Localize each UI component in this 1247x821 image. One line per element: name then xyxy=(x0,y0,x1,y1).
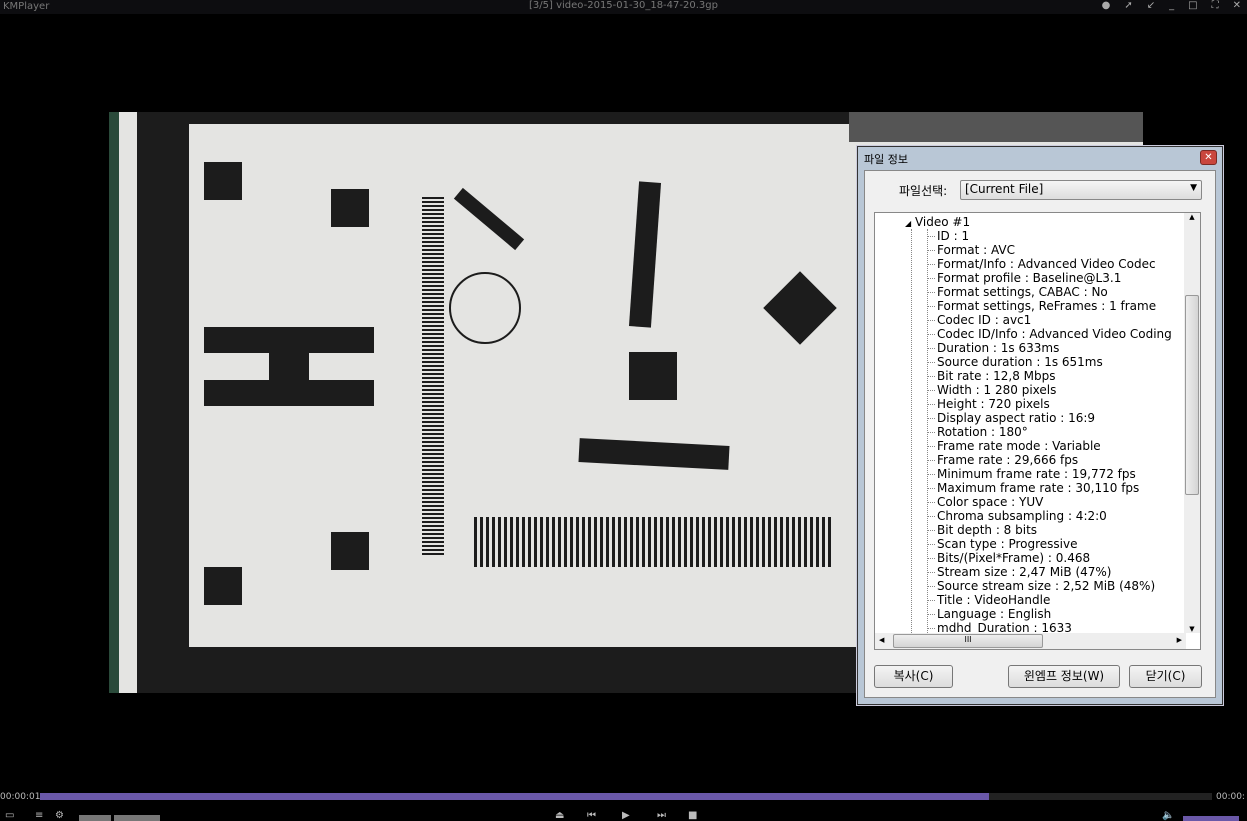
tree-item[interactable]: Frame rate : 29,666 fps xyxy=(927,453,1172,467)
tree-item[interactable]: Chroma subsampling : 4:2:0 xyxy=(927,509,1172,523)
tree-item[interactable]: Format settings, CABAC : No xyxy=(927,285,1172,299)
tree-item[interactable]: Minimum frame rate : 19,772 fps xyxy=(927,467,1172,481)
seek-bar[interactable] xyxy=(40,793,1212,800)
tree-item[interactable]: Format profile : Baseline@L3.1 xyxy=(927,271,1172,285)
tree-item[interactable]: Codec ID/Info : Advanced Video Coding xyxy=(927,327,1172,341)
tree-root[interactable]: ◢ Video #1 xyxy=(905,215,970,229)
settings-icon[interactable]: ⚙ xyxy=(55,810,64,821)
menu-icon[interactable]: ≡ xyxy=(35,810,43,821)
close-button[interactable]: ✕ xyxy=(1233,0,1241,11)
tree-item[interactable]: Color space : YUV xyxy=(927,495,1172,509)
tree-item[interactable]: Bit rate : 12,8 Mbps xyxy=(927,369,1172,383)
horizontal-scrollbar[interactable]: ◀ III ▶ xyxy=(875,633,1186,649)
play-icon[interactable]: ▶ xyxy=(622,810,630,821)
tree-item[interactable]: ID : 1 xyxy=(927,229,1172,243)
vertical-scrollbar[interactable]: ▲ ▼ xyxy=(1184,213,1200,633)
toggle-icon[interactable]: ● xyxy=(1102,0,1111,11)
file-select-label: 파일선택: xyxy=(899,184,948,198)
volume-slider[interactable] xyxy=(1183,816,1239,821)
tree-item[interactable]: Scan type : Progressive xyxy=(927,537,1172,551)
tree-item[interactable]: Width : 1 280 pixels xyxy=(927,383,1172,397)
chevron-down-icon: ▼ xyxy=(1190,183,1197,193)
tree-item[interactable]: Source stream size : 2,52 MiB (48%) xyxy=(927,579,1172,593)
window-title: [3/5] video-2015-01-30_18-47-20.3gp xyxy=(529,0,718,11)
tree-item[interactable]: Format settings, ReFrames : 1 frame xyxy=(927,299,1172,313)
audio-mode-button[interactable] xyxy=(114,815,160,821)
tree-root-label: Video #1 xyxy=(914,215,971,229)
collapse-icon[interactable]: ◢ xyxy=(905,219,911,228)
next-icon[interactable]: ⏭ xyxy=(657,810,666,821)
video-mode-button[interactable] xyxy=(79,815,111,821)
dialog-close-button[interactable]: ✕ xyxy=(1200,150,1217,165)
tree-item[interactable]: Frame rate mode : Variable xyxy=(927,439,1172,453)
file-info-dialog: 파일 정보 ✕ 파일선택: [Current File] ▼ ◢ Video #1… xyxy=(857,146,1223,705)
volume-icon[interactable]: 🔈 xyxy=(1162,810,1174,821)
copy-button[interactable]: 복사(C) xyxy=(874,665,953,688)
total-time: 00:00: xyxy=(1216,792,1245,802)
tree-item[interactable]: Duration : 1s 633ms xyxy=(927,341,1172,355)
tree-item[interactable]: Bits/(Pixel*Frame) : 0.468 xyxy=(927,551,1172,565)
current-time: 00:00:01 xyxy=(0,792,41,802)
stop-icon[interactable]: ■ xyxy=(688,810,697,821)
pin-icon[interactable]: ➚ xyxy=(1124,0,1132,11)
file-select-dropdown[interactable]: [Current File] ▼ xyxy=(960,180,1202,200)
minimize-mode-icon[interactable]: ↙ xyxy=(1147,0,1155,11)
3d-icon[interactable]: ▭ xyxy=(5,810,14,821)
tree-item[interactable]: Codec ID : avc1 xyxy=(927,313,1172,327)
tree-item[interactable]: Source duration : 1s 651ms xyxy=(927,355,1172,369)
tree-item[interactable]: Height : 720 pixels xyxy=(927,397,1172,411)
fullscreen-button[interactable]: ⛶ xyxy=(1212,0,1219,11)
close-dialog-button[interactable]: 닫기(C) xyxy=(1129,665,1202,688)
dialog-title: 파일 정보 xyxy=(864,153,908,166)
previous-icon[interactable]: ⏮ xyxy=(587,810,596,821)
tree-item[interactable]: Bit depth : 8 bits xyxy=(927,523,1172,537)
info-tree[interactable]: ◢ Video #1 ID : 1 Format : AVC Format/Info… xyxy=(874,212,1201,650)
file-select-value: [Current File] xyxy=(965,182,1044,196)
maximize-button[interactable]: □ xyxy=(1188,0,1197,11)
tree-item[interactable]: Format : AVC xyxy=(927,243,1172,257)
tree-item[interactable]: Format/Info : Advanced Video Codec xyxy=(927,257,1172,271)
tree-item[interactable]: Maximum frame rate : 30,110 fps xyxy=(927,481,1172,495)
tree-item[interactable]: Display aspect ratio : 16:9 xyxy=(927,411,1172,425)
tree-item[interactable]: Title : VideoHandle xyxy=(927,593,1172,607)
eject-icon[interactable]: ⏏ xyxy=(555,810,564,821)
title-bar: KMPlayer [3/5] video-2015-01-30_18-47-20… xyxy=(0,0,1247,14)
minimize-button[interactable]: _ xyxy=(1169,0,1174,11)
tree-item[interactable]: Stream size : 2,47 MiB (47%) xyxy=(927,565,1172,579)
winamp-info-button[interactable]: 윈엠프 정보(W) xyxy=(1008,665,1120,688)
tree-item[interactable]: Rotation : 180° xyxy=(927,425,1172,439)
tree-item[interactable]: Language : English xyxy=(927,607,1172,621)
